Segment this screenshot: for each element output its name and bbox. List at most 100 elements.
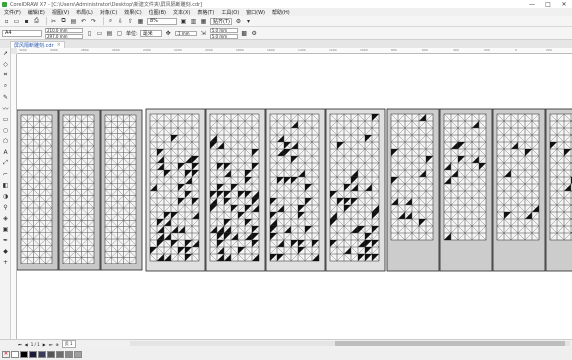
launch-icon[interactable]: ⚙ bbox=[235, 18, 242, 25]
undo-icon[interactable]: ↶ bbox=[80, 18, 87, 25]
title-bar: CorelDRAW X7 - [C:\Users\Administrator\D… bbox=[0, 0, 572, 8]
interactive-fill-icon[interactable]: ◈ bbox=[0, 213, 11, 223]
import-icon[interactable]: ⇩ bbox=[117, 18, 124, 25]
page-options-icon[interactable]: ⚙ bbox=[251, 30, 258, 37]
paste-icon[interactable]: ▤ bbox=[70, 18, 77, 25]
print-icon[interactable]: ⎙ bbox=[33, 17, 40, 25]
zoom-level-select[interactable]: 8% bbox=[147, 17, 177, 25]
paper-size-select[interactable]: A4 bbox=[2, 29, 42, 37]
last-page-icon[interactable]: ⏭ bbox=[49, 342, 53, 347]
first-page-icon[interactable]: ⏮ bbox=[18, 342, 22, 347]
cut-icon[interactable]: ✂ bbox=[50, 18, 57, 25]
grid-icon[interactable]: ▦ bbox=[200, 18, 207, 25]
no-color-icon[interactable]: ✕ bbox=[2, 350, 10, 358]
duplicate-x-field[interactable]: 5.0 mm bbox=[209, 27, 238, 33]
units-select[interactable]: 毫米 bbox=[139, 29, 162, 37]
shape-tool-icon[interactable]: ◇ bbox=[0, 59, 11, 69]
smart-fill-icon[interactable]: ▣ bbox=[0, 224, 11, 234]
redo-icon[interactable]: ↷ bbox=[90, 18, 97, 25]
drop-shadow-icon[interactable]: ◧ bbox=[0, 180, 11, 190]
color-swatch[interactable] bbox=[65, 350, 73, 358]
document-tab-bar: 屏风隔断雕刻.cdr × bbox=[0, 40, 572, 49]
divider bbox=[103, 17, 104, 25]
save-icon[interactable]: ▪ bbox=[23, 18, 30, 25]
rectangle-tool-icon[interactable]: ▭ bbox=[0, 114, 11, 124]
color-swatch[interactable] bbox=[20, 350, 28, 358]
eyedropper-icon[interactable]: ⚲ bbox=[0, 202, 11, 212]
publish-pdf-icon[interactable]: ▦ bbox=[137, 18, 144, 25]
landscape-icon[interactable]: ▭ bbox=[96, 30, 103, 37]
menu-edit[interactable]: 编辑(E) bbox=[28, 9, 45, 16]
search-content-icon[interactable]: ⌕ bbox=[107, 17, 114, 25]
outline-pen-icon[interactable]: ✒ bbox=[0, 235, 11, 245]
parallel-dimension-icon[interactable]: ⤢ bbox=[0, 158, 11, 168]
duplicate-y-field[interactable]: 5.0 mm bbox=[209, 33, 238, 39]
menu-object[interactable]: 对象(C) bbox=[100, 9, 117, 16]
ellipse-tool-icon[interactable]: ○ bbox=[0, 125, 11, 135]
ruler-tick: 800 bbox=[391, 48, 397, 52]
fill-color-icon[interactable]: ◆ bbox=[0, 246, 11, 256]
color-swatch[interactable] bbox=[47, 350, 55, 358]
page-tab[interactable]: 页 1 bbox=[61, 340, 76, 348]
ruler-tick: 1600 bbox=[267, 48, 275, 52]
copy-icon[interactable]: ⧉ bbox=[60, 17, 67, 25]
polygon-tool-icon[interactable]: ⬠ bbox=[0, 136, 11, 146]
options-icon[interactable]: ▾ bbox=[245, 18, 252, 25]
snap-to-select[interactable]: 贴齐(T) bbox=[210, 17, 232, 25]
artistic-media-icon[interactable]: 〰 bbox=[0, 103, 11, 113]
property-bar: A4 210.0 mm 297.0 mm ▯ ▭ ▤ ▢ 单位: 毫米 ✥ .1… bbox=[0, 27, 572, 40]
pick-tool-icon[interactable]: ➚ bbox=[0, 48, 11, 58]
lattice-pattern bbox=[390, 113, 434, 241]
menu-bar: 文件(F) 编辑(E) 视图(V) 布局(L) 对象(C) 效果(C) 位图(B… bbox=[0, 8, 572, 16]
menu-file[interactable]: 文件(F) bbox=[4, 9, 21, 16]
export-icon[interactable]: ⇧ bbox=[127, 18, 134, 25]
duplicate-distance-icon: ⇲ bbox=[200, 29, 206, 37]
color-swatch[interactable] bbox=[56, 350, 64, 358]
connector-tool-icon[interactable]: ⌐ bbox=[0, 169, 11, 179]
rulers-icon[interactable]: ▥ bbox=[190, 18, 197, 25]
fullscreen-icon[interactable]: ▣ bbox=[180, 18, 187, 25]
menu-view[interactable]: 视图(V) bbox=[52, 9, 69, 16]
portrait-icon[interactable]: ▯ bbox=[86, 30, 93, 37]
scrollbar-thumb[interactable] bbox=[335, 341, 565, 346]
menu-bitmaps[interactable]: 位图(B) bbox=[149, 9, 166, 16]
menu-table[interactable]: 表格(T) bbox=[197, 9, 214, 16]
text-tool-icon[interactable]: A bbox=[0, 147, 11, 157]
add-page-icon[interactable]: ⊕ bbox=[55, 342, 58, 347]
menu-effects[interactable]: 效果(C) bbox=[124, 9, 141, 16]
treat-as-filled-icon[interactable]: ▩ bbox=[241, 30, 248, 37]
close-button[interactable]: ✕ bbox=[556, 0, 572, 8]
drawing-canvas[interactable] bbox=[17, 54, 572, 339]
current-page-icon[interactable]: ▢ bbox=[116, 30, 123, 37]
add-tool-icon[interactable]: + bbox=[0, 257, 11, 267]
menu-text[interactable]: 文本(X) bbox=[173, 9, 190, 16]
document-tab[interactable]: 屏风隔断雕刻.cdr × bbox=[10, 41, 65, 49]
all-pages-icon[interactable]: ▤ bbox=[106, 30, 113, 37]
next-page-icon[interactable]: ▶ bbox=[43, 342, 46, 347]
freehand-tool-icon[interactable]: ✎ bbox=[0, 92, 11, 102]
menu-layout[interactable]: 布局(L) bbox=[76, 9, 93, 16]
menu-help[interactable]: 帮助(H) bbox=[272, 9, 290, 16]
menu-window[interactable]: 窗口(W) bbox=[246, 9, 265, 16]
color-swatch[interactable] bbox=[38, 350, 46, 358]
color-swatch[interactable] bbox=[11, 350, 19, 358]
menu-tools[interactable]: 工具(O) bbox=[221, 9, 239, 16]
page-width-field[interactable]: 210.0 mm bbox=[45, 27, 83, 33]
lattice-pattern bbox=[443, 113, 487, 241]
horizontal-scrollbar[interactable] bbox=[130, 341, 570, 346]
new-document-icon[interactable]: ▫ bbox=[3, 18, 10, 25]
ruler-tick: 1800 bbox=[236, 48, 244, 52]
minimize-button[interactable]: — bbox=[524, 0, 540, 8]
ruler-tick: 600 bbox=[422, 48, 428, 52]
maximize-button[interactable]: □ bbox=[540, 0, 556, 8]
color-swatch[interactable] bbox=[74, 350, 82, 358]
previous-page-icon[interactable]: ◀ bbox=[25, 342, 28, 347]
transparency-tool-icon[interactable]: ◑ bbox=[0, 191, 11, 201]
ruler-tick: 200 bbox=[546, 48, 552, 52]
nudge-distance-field[interactable]: .1 mm bbox=[174, 30, 197, 36]
zoom-tool-icon[interactable]: ⌕ bbox=[0, 81, 11, 91]
crop-tool-icon[interactable]: ⌗ bbox=[0, 70, 11, 80]
page-height-field[interactable]: 297.0 mm bbox=[45, 33, 83, 39]
color-swatch[interactable] bbox=[29, 350, 37, 358]
open-icon[interactable]: ▭ bbox=[13, 18, 20, 25]
